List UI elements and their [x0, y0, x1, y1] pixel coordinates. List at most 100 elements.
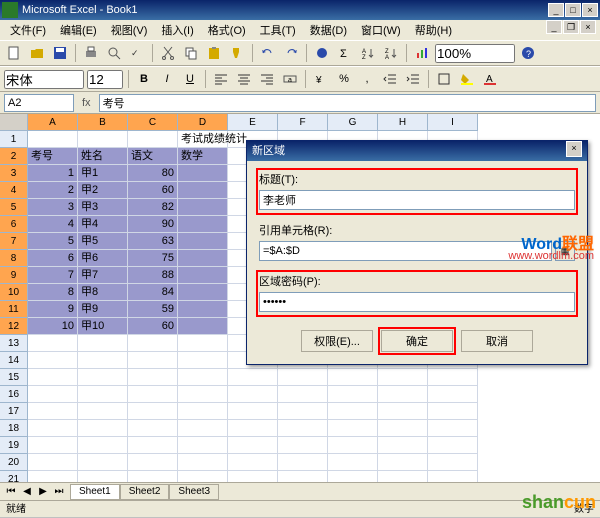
- cell[interactable]: [78, 403, 128, 420]
- row-header-18[interactable]: 18: [0, 420, 28, 437]
- indent-dec-icon[interactable]: [380, 69, 400, 89]
- cell[interactable]: [128, 352, 178, 369]
- cell[interactable]: [378, 420, 428, 437]
- cell[interactable]: [228, 403, 278, 420]
- cell[interactable]: 60: [128, 182, 178, 199]
- row-header-16[interactable]: 16: [0, 386, 28, 403]
- cell[interactable]: [228, 386, 278, 403]
- cell[interactable]: [128, 420, 178, 437]
- tab-last-icon[interactable]: ⏭: [51, 486, 67, 497]
- cell[interactable]: 1: [28, 165, 78, 182]
- align-left-icon[interactable]: [211, 69, 231, 89]
- maximize-button[interactable]: □: [565, 3, 581, 17]
- ok-button[interactable]: 确定: [381, 330, 453, 352]
- cell[interactable]: 3: [28, 199, 78, 216]
- row-header-12[interactable]: 12: [0, 318, 28, 335]
- cell[interactable]: [228, 420, 278, 437]
- currency-icon[interactable]: ¥: [311, 69, 331, 89]
- cell[interactable]: [28, 420, 78, 437]
- preview-icon[interactable]: [104, 43, 124, 63]
- cell[interactable]: [178, 267, 228, 284]
- cell[interactable]: 84: [128, 284, 178, 301]
- cell[interactable]: [328, 403, 378, 420]
- cell[interactable]: [178, 165, 228, 182]
- font-color-icon[interactable]: A: [480, 69, 500, 89]
- cell[interactable]: [278, 369, 328, 386]
- align-center-icon[interactable]: [234, 69, 254, 89]
- tab-sheet3[interactable]: Sheet3: [169, 484, 219, 500]
- percent-icon[interactable]: %: [334, 69, 354, 89]
- dialog-close-icon[interactable]: ×: [566, 141, 582, 157]
- cell[interactable]: [178, 301, 228, 318]
- cell[interactable]: 8: [28, 284, 78, 301]
- cell[interactable]: [278, 420, 328, 437]
- cell[interactable]: [228, 454, 278, 471]
- row-header-8[interactable]: 8: [0, 250, 28, 267]
- tab-prev-icon[interactable]: ◀: [19, 486, 35, 497]
- row-header-11[interactable]: 11: [0, 301, 28, 318]
- row-header-10[interactable]: 10: [0, 284, 28, 301]
- title-input[interactable]: [259, 190, 575, 210]
- doc-close-button[interactable]: ×: [580, 20, 596, 34]
- cell[interactable]: [328, 437, 378, 454]
- cell[interactable]: [328, 369, 378, 386]
- row-header-17[interactable]: 17: [0, 403, 28, 420]
- cell[interactable]: [78, 335, 128, 352]
- cell[interactable]: [128, 335, 178, 352]
- row-header-15[interactable]: 15: [0, 369, 28, 386]
- link-icon[interactable]: [312, 43, 332, 63]
- col-header-C[interactable]: C: [128, 114, 178, 131]
- bold-icon[interactable]: B: [134, 69, 154, 89]
- cell[interactable]: 语文: [128, 148, 178, 165]
- menu-help[interactable]: 帮助(H): [409, 20, 458, 40]
- cell[interactable]: 4: [28, 216, 78, 233]
- row-header-13[interactable]: 13: [0, 335, 28, 352]
- cell[interactable]: [378, 403, 428, 420]
- cell[interactable]: [178, 199, 228, 216]
- cell[interactable]: [278, 437, 328, 454]
- col-header-A[interactable]: A: [28, 114, 78, 131]
- row-header-19[interactable]: 19: [0, 437, 28, 454]
- cell[interactable]: [78, 386, 128, 403]
- dialog-titlebar[interactable]: 新区域 ×: [247, 141, 587, 161]
- cell[interactable]: 甲2: [78, 182, 128, 199]
- undo-icon[interactable]: [258, 43, 278, 63]
- cell[interactable]: [78, 437, 128, 454]
- cell[interactable]: [428, 454, 478, 471]
- menu-view[interactable]: 视图(V): [105, 20, 154, 40]
- col-header-D[interactable]: D: [178, 114, 228, 131]
- cell[interactable]: [328, 386, 378, 403]
- cell[interactable]: [178, 420, 228, 437]
- col-header-E[interactable]: E: [228, 114, 278, 131]
- merge-icon[interactable]: a: [280, 69, 300, 89]
- borders-icon[interactable]: [434, 69, 454, 89]
- password-input[interactable]: [259, 292, 575, 312]
- save-icon[interactable]: [50, 43, 70, 63]
- cell[interactable]: [178, 318, 228, 335]
- cell[interactable]: 10: [28, 318, 78, 335]
- cancel-button[interactable]: 取消: [461, 330, 533, 352]
- cell[interactable]: [178, 250, 228, 267]
- cell[interactable]: [428, 420, 478, 437]
- cell[interactable]: 甲10: [78, 318, 128, 335]
- cell[interactable]: [128, 131, 178, 148]
- format-painter-icon[interactable]: [227, 43, 247, 63]
- cell[interactable]: [228, 437, 278, 454]
- cell[interactable]: [178, 335, 228, 352]
- cell[interactable]: [278, 454, 328, 471]
- cell[interactable]: 甲4: [78, 216, 128, 233]
- cell[interactable]: 甲6: [78, 250, 128, 267]
- cell[interactable]: 甲7: [78, 267, 128, 284]
- cell[interactable]: [78, 420, 128, 437]
- cell[interactable]: 姓名: [78, 148, 128, 165]
- cell[interactable]: 甲1: [78, 165, 128, 182]
- cell[interactable]: 75: [128, 250, 178, 267]
- cell[interactable]: [278, 386, 328, 403]
- cell[interactable]: [128, 403, 178, 420]
- select-all-corner[interactable]: [0, 114, 28, 131]
- cell[interactable]: [428, 403, 478, 420]
- row-header-7[interactable]: 7: [0, 233, 28, 250]
- zoom-select[interactable]: [435, 44, 515, 63]
- row-header-9[interactable]: 9: [0, 267, 28, 284]
- tab-sheet2[interactable]: Sheet2: [120, 484, 170, 500]
